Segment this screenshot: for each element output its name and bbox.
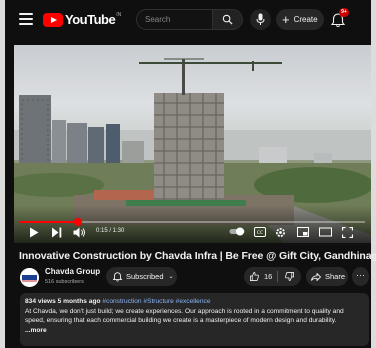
plus-icon: + [282,12,290,27]
channel-avatar[interactable] [20,268,39,287]
player-controls: 0:15 / 1:30 CC [14,217,371,243]
description-meta: 834 views 5 months ago #construction #St… [25,297,364,307]
subscriber-count: 516 subscribers [45,279,84,285]
chevron-down-icon: ⌄ [168,274,174,280]
create-button[interactable]: + Create [276,9,324,30]
fullscreen-icon[interactable] [342,227,353,238]
thumbs-up-icon [250,272,259,281]
share-arrow-icon [311,272,321,281]
youtube-logo[interactable]: YouTube IN [43,12,121,27]
construction-video-frame [14,58,371,243]
video-player[interactable]: 0:15 / 1:30 CC [14,45,371,243]
search-input[interactable]: Search [136,9,213,30]
settings-gear-icon[interactable] [275,227,286,238]
miniplayer-icon[interactable] [297,227,309,237]
progress-scrubber[interactable] [74,218,82,226]
search-button[interactable] [213,9,243,30]
logo-region: IN [116,12,122,18]
svg-text:CC: CC [257,230,263,236]
search-icon [222,14,233,25]
create-label: Create [293,15,318,24]
chavda-logo-icon [20,268,39,287]
bell-icon [113,271,122,281]
share-button[interactable]: Share [306,267,348,286]
like-count: 16 [264,272,273,281]
top-bar: YouTube IN Search + Create 9+ [5,0,371,40]
share-label: Share [325,272,346,281]
description-box[interactable]: 834 views 5 months ago #construction #St… [20,293,369,346]
show-more-link[interactable]: ...more [25,326,364,336]
notification-badge: 9+ [339,8,349,17]
dislike-button[interactable] [280,267,300,286]
play-icon[interactable] [29,227,39,238]
video-title: Innovative Construction by Chavda Infra … [19,250,376,262]
subscribed-button[interactable]: Subscribed ⌄ [106,267,177,286]
next-icon[interactable] [51,227,62,238]
theater-mode-icon[interactable] [319,227,332,237]
microphone-icon [256,13,265,25]
menu-icon[interactable] [19,13,33,25]
progress-played [20,221,78,223]
voice-search-button[interactable] [250,9,271,30]
logo-text: YouTube [65,12,116,27]
like-dislike-group: 16 [244,267,301,286]
description-text: At Chavda, we don't just build; we creat… [25,307,344,325]
captions-icon[interactable]: CC [254,227,266,237]
notifications-button[interactable]: 9+ [330,8,349,29]
play-logo-icon [43,12,63,27]
view-count: 834 views [25,298,56,305]
thumbs-down-icon [285,272,294,281]
upload-age: 5 months ago [57,298,101,305]
time-display: 0:15 / 1:30 [96,228,125,234]
more-actions-button[interactable]: ··· [352,267,369,286]
subscribed-label: Subscribed [126,272,164,281]
hashtags[interactable]: #construction #Structure #excellence [102,298,210,305]
like-button[interactable]: 16 [244,267,277,286]
channel-name[interactable]: Chavda Group [45,267,100,276]
volume-icon[interactable] [73,227,86,238]
progress-bar[interactable] [20,218,365,226]
like-divider [277,271,278,282]
autoplay-toggle-icon[interactable] [229,227,245,236]
